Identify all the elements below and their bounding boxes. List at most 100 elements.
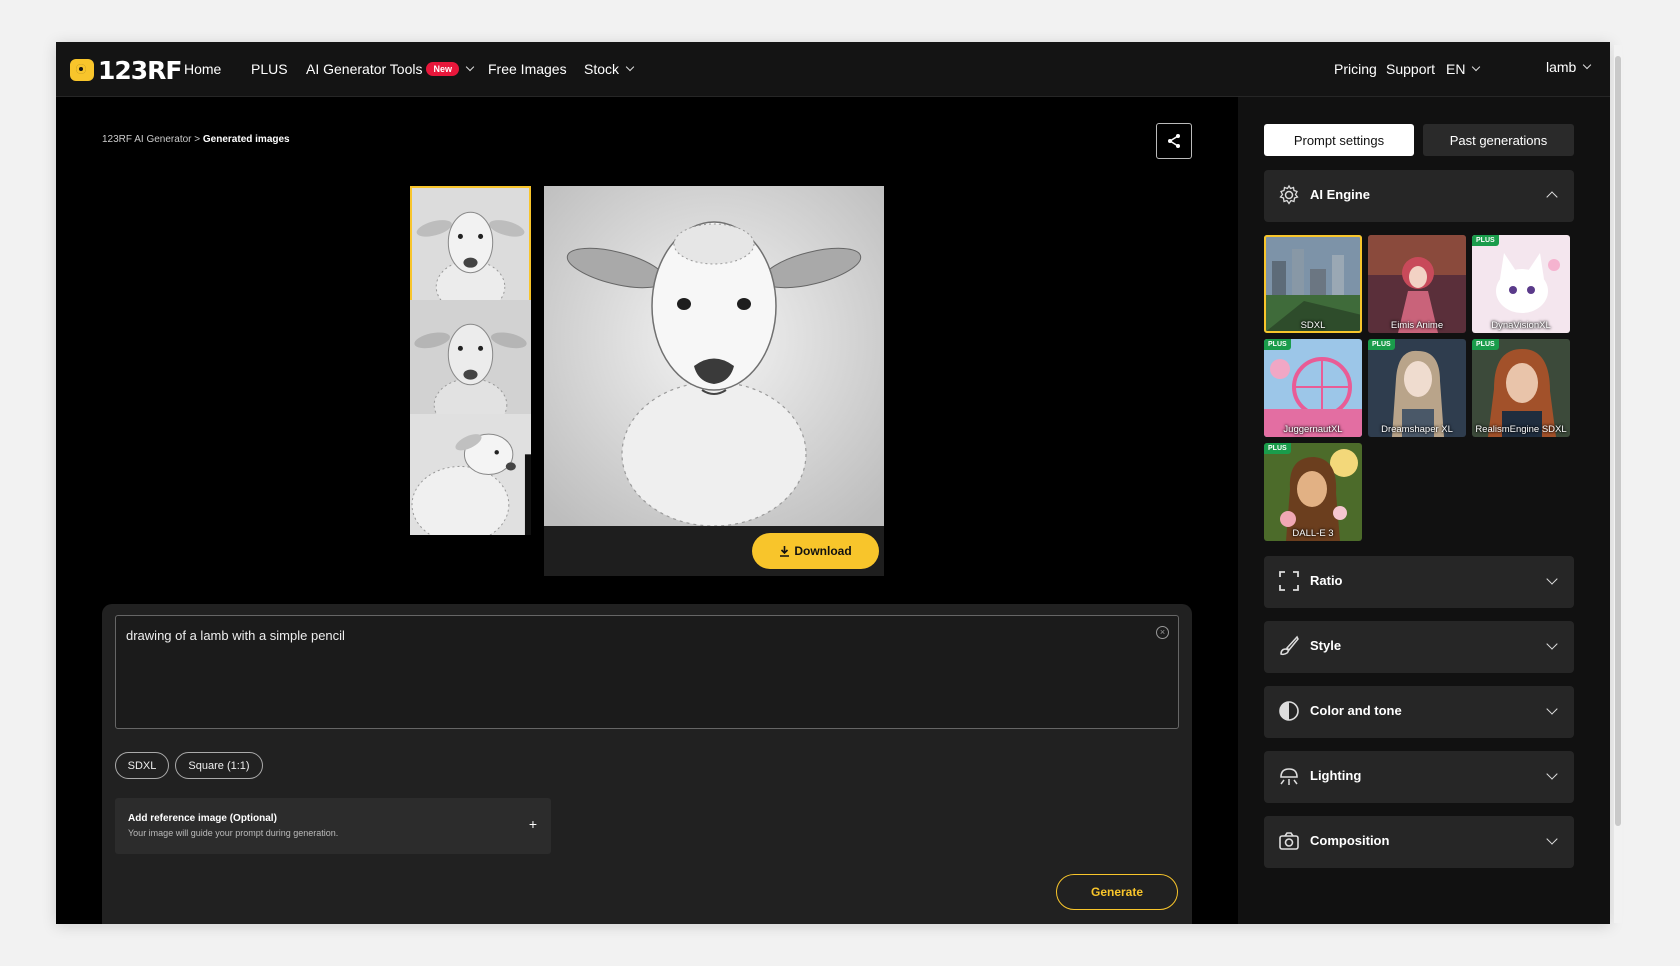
breadcrumb-current: Generated images	[202, 134, 290, 145]
engine-option-realismengine-sdxl[interactable]: PLUS RealismEngine SDXL	[1472, 339, 1570, 437]
chevron-down-icon	[1546, 573, 1558, 585]
user-name: lamb	[1546, 59, 1577, 75]
logo[interactable]: 123RF	[70, 55, 183, 85]
tab-past-generations-label: Past generations	[1449, 132, 1548, 148]
nav-pricing-label: Pricing	[1334, 61, 1377, 77]
language-selector[interactable]: EN	[1446, 61, 1481, 77]
nav-free-images-label: Free Images	[488, 61, 567, 77]
engine-option-sdxl[interactable]: SDXL	[1264, 235, 1362, 333]
engine-option-dall-e-3[interactable]: PLUS DALL-E 3	[1264, 443, 1362, 541]
download-button[interactable]: Download	[752, 533, 879, 569]
engine-label: DynaVisionXL	[1491, 320, 1551, 331]
plus-icon[interactable]: +	[529, 816, 537, 832]
share-button[interactable]	[1156, 123, 1192, 159]
download-icon	[780, 546, 790, 557]
breadcrumb-parent[interactable]: 123RF AI Generator	[102, 134, 192, 145]
chevron-down-icon	[1583, 60, 1592, 70]
generated-thumbnail[interactable]	[410, 300, 531, 421]
color-and-tone-label: Color and tone	[1310, 703, 1402, 718]
engine-label: RealismEngine SDXL	[1475, 424, 1567, 435]
lighting-label: Lighting	[1310, 768, 1362, 783]
breadcrumb-separator: >	[194, 134, 201, 145]
plus-badge: PLUS	[1264, 443, 1291, 454]
ratio-section[interactable]: Ratio	[1264, 556, 1574, 608]
engine-option-dynavisionxl[interactable]: PLUS DynaVisionXL	[1472, 235, 1570, 333]
contrast-icon	[1279, 701, 1299, 721]
ai-engine-section-header[interactable]: AI Engine	[1264, 170, 1574, 222]
language-label: EN	[1446, 61, 1466, 77]
prompt-textarea[interactable]: drawing of a lamb with a simple pencil ×	[115, 615, 1179, 729]
nav-plus[interactable]: PLUS	[251, 61, 288, 77]
generate-label: Generate	[1090, 885, 1144, 899]
style-label: Style	[1310, 638, 1342, 653]
camera-icon	[1279, 832, 1299, 850]
generated-thumbnail[interactable]	[410, 186, 531, 307]
style-section[interactable]: Style	[1264, 621, 1574, 673]
page-scrollbar-thumb[interactable]	[1615, 56, 1621, 826]
ratio-label: Ratio	[1310, 573, 1343, 588]
generated-thumbnail[interactable]	[410, 414, 531, 535]
chevron-down-icon	[1546, 638, 1558, 650]
reference-subtitle: Your image will guide your prompt during…	[128, 828, 339, 838]
engine-chip[interactable]: SDXL	[115, 752, 169, 779]
top-navbar: 123RF Home PLUS AI Generator Tools New F…	[56, 42, 1610, 97]
browser-window: 123RF Home PLUS AI Generator Tools New F…	[56, 42, 1610, 924]
clear-prompt-icon[interactable]: ×	[1156, 626, 1169, 639]
engine-label: Dreamshaper XL	[1381, 424, 1453, 435]
tab-prompt-settings-label: Prompt settings	[1293, 132, 1385, 148]
nav-support-label: Support	[1386, 61, 1436, 77]
add-reference-image[interactable]: Add reference image (Optional) Your imag…	[115, 798, 551, 854]
engine-chip-label: SDXL	[127, 759, 157, 772]
user-menu[interactable]: lamb	[1546, 59, 1592, 75]
engine-option-eimis-anime[interactable]: Eimis Anime	[1368, 235, 1466, 333]
nav-stock-label: Stock	[584, 61, 620, 77]
ai-engine-title: AI Engine	[1310, 187, 1370, 202]
download-label: Download	[794, 544, 852, 558]
engine-label: JuggernautXL	[1283, 424, 1343, 435]
nav-home[interactable]: Home	[184, 61, 221, 77]
tab-past-generations[interactable]: Past generations	[1423, 124, 1574, 156]
brush-icon	[1280, 635, 1299, 656]
engine-label: DALL-E 3	[1292, 528, 1334, 539]
logo-icon	[70, 59, 94, 81]
nav-ai-generator-tools[interactable]: AI Generator Tools New	[306, 61, 475, 77]
nav-pricing[interactable]: Pricing	[1334, 61, 1377, 77]
nav-home-label: Home	[184, 61, 222, 77]
aspect-ratio-icon	[1279, 571, 1299, 591]
lamp-icon	[1280, 768, 1298, 785]
chevron-down-icon	[1546, 833, 1558, 845]
chevron-down-icon	[1472, 62, 1481, 72]
chevron-up-icon	[1546, 191, 1558, 203]
nav-support[interactable]: Support	[1386, 61, 1435, 77]
chevron-down-icon	[465, 62, 475, 72]
engine-option-juggernautxl[interactable]: PLUS JuggernautXL	[1264, 339, 1362, 437]
plus-badge: PLUS	[1264, 339, 1291, 350]
gear-icon	[1279, 184, 1299, 205]
reference-title: Add reference image (Optional)	[128, 813, 277, 824]
nav-stock[interactable]: Stock	[584, 61, 635, 77]
lighting-section[interactable]: Lighting	[1264, 751, 1574, 803]
engine-label: Eimis Anime	[1390, 320, 1444, 331]
tab-prompt-settings[interactable]: Prompt settings	[1264, 124, 1414, 156]
new-badge: New	[426, 62, 459, 76]
nav-plus-label: PLUS	[251, 61, 288, 77]
plus-badge: PLUS	[1368, 339, 1395, 350]
logo-text: 123RF	[98, 55, 183, 85]
composition-label: Composition	[1310, 833, 1390, 848]
nav-ai-tools-label: AI Generator Tools	[306, 61, 423, 77]
ratio-chip[interactable]: Square (1:1)	[175, 752, 263, 779]
ratio-chip-label: Square (1:1)	[188, 759, 250, 772]
share-icon	[1168, 134, 1180, 148]
chevron-down-icon	[1546, 703, 1558, 715]
color-and-tone-section[interactable]: Color and tone	[1264, 686, 1574, 738]
nav-free-images[interactable]: Free Images	[488, 61, 567, 77]
plus-badge: PLUS	[1472, 339, 1499, 350]
chevron-down-icon	[1546, 768, 1558, 780]
plus-badge: PLUS	[1472, 235, 1499, 246]
generate-button[interactable]: Generate	[1056, 874, 1178, 910]
engine-option-dreamshaper-xl[interactable]: PLUS Dreamshaper XL	[1368, 339, 1466, 437]
breadcrumb: 123RF AI Generator > Generated images	[102, 134, 290, 145]
main-generated-image[interactable]	[544, 186, 884, 526]
composition-section[interactable]: Composition	[1264, 816, 1574, 868]
prompt-text: drawing of a lamb with a simple pencil	[126, 628, 345, 643]
